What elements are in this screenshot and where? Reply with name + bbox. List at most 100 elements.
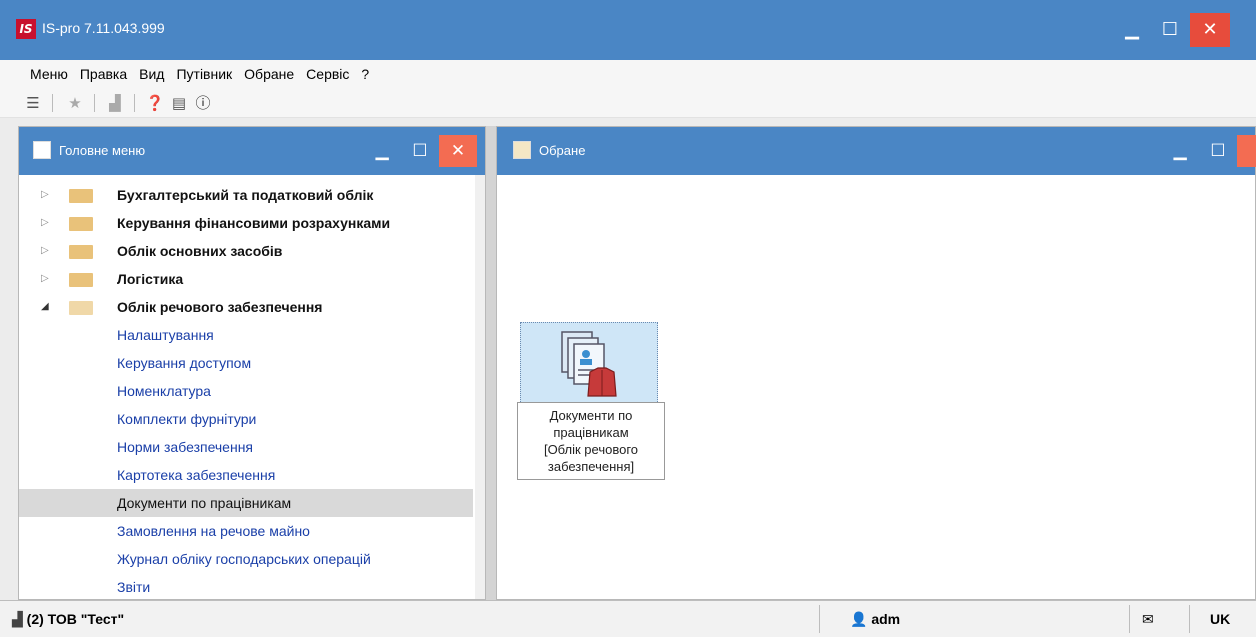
- menu-link[interactable]: Налаштування: [19, 321, 473, 349]
- chart-icon[interactable]: ▟: [104, 92, 126, 114]
- main-menu-title: Головне меню: [59, 143, 146, 158]
- language-indicator[interactable]: UK: [1190, 605, 1256, 633]
- menu-link-label: Документи по працівникам: [117, 495, 292, 511]
- main-menu-header: Головне меню ▁ ☐ ✕: [19, 127, 485, 175]
- favorite-label-line: Документи по: [549, 408, 633, 423]
- menu-link-label: Норми забезпечення: [117, 439, 254, 455]
- menu-link[interactable]: Комплекти фурнітури: [19, 405, 473, 433]
- toolbar-divider: [52, 94, 53, 112]
- menu-link-label: Номенклатура: [117, 383, 211, 399]
- menu-item-favorites[interactable]: Обране: [238, 60, 300, 88]
- menu-link-label: Комплекти фурнітури: [117, 411, 257, 427]
- tree-node-expanded[interactable]: ◢ Облік речового забезпечення: [19, 293, 485, 321]
- favorite-shortcut[interactable]: Документи по працівникам [Облік речового…: [517, 322, 665, 488]
- folder-icon: [69, 217, 93, 231]
- menu-item-edit[interactable]: Правка: [74, 60, 133, 88]
- org-label: (2) ТОВ "Тест": [26, 611, 125, 627]
- menu-link[interactable]: Звіти: [19, 573, 473, 599]
- maximize-button[interactable]: ☐: [1150, 13, 1190, 47]
- help-icon[interactable]: ❓: [144, 92, 166, 114]
- title-bar: IS IS-pro 7.11.043.999 ▁ ☐ ✕: [0, 0, 1256, 60]
- panel-close-button[interactable]: ✕: [439, 135, 477, 167]
- menu-link[interactable]: Замовлення на речове майно: [19, 517, 473, 545]
- minimize-button[interactable]: ▁: [1112, 13, 1152, 47]
- open-folder-icon: [69, 301, 93, 315]
- panel-maximize-button[interactable]: ☐: [1199, 135, 1237, 167]
- user-label: adm: [871, 611, 901, 627]
- menu-link-label: Керування доступом: [117, 355, 252, 371]
- tree-node-label: Облік основних засобів: [117, 243, 283, 259]
- menu-link[interactable]: Керування доступом: [19, 349, 473, 377]
- envelope-icon: ✉: [1142, 611, 1154, 627]
- main-menu-panel: Головне меню ▁ ☐ ✕ ▷ Бухгалтерський та п…: [18, 126, 486, 600]
- expand-arrow-icon[interactable]: ▷: [41, 181, 49, 209]
- menu-link-label: Картотека забезпечення: [117, 467, 276, 483]
- menu-link-label: Звіти: [117, 579, 151, 595]
- menu-tree: ▷ Бухгалтерський та податковий облік ▷ К…: [19, 175, 485, 599]
- user-icon: 👤: [850, 611, 868, 627]
- toolbar: ☰ ★ ▟ ❓ ▤ ⓘ: [0, 88, 1256, 118]
- document-icon[interactable]: ☰: [22, 92, 44, 114]
- tree-node[interactable]: ▷ Облік основних засобів: [19, 237, 485, 265]
- workspace: Головне меню ▁ ☐ ✕ ▷ Бухгалтерський та п…: [0, 118, 1256, 600]
- menu-link[interactable]: Картотека забезпечення: [19, 461, 473, 489]
- close-button[interactable]: ✕: [1190, 13, 1230, 47]
- minimize-icon: ▁: [1125, 19, 1139, 40]
- tree-node-label: Логістика: [117, 271, 184, 287]
- panel-close-button[interactable]: [1237, 135, 1256, 167]
- folder-icon: [69, 245, 93, 259]
- star-icon[interactable]: ★: [64, 92, 86, 114]
- favorites-title: Обране: [539, 143, 586, 158]
- panel-minimize-button[interactable]: ▁: [1161, 135, 1199, 167]
- panel-minimize-button[interactable]: ▁: [363, 135, 401, 167]
- menu-link-label: Налаштування: [117, 327, 214, 343]
- org-chart-icon: ▟: [12, 611, 23, 627]
- doc-info-icon[interactable]: ▤: [168, 92, 190, 114]
- tree-node[interactable]: ▷ Логістика: [19, 265, 485, 293]
- favorites-header: Обране ▁ ☐: [497, 127, 1256, 175]
- status-user[interactable]: 👤 adm: [820, 605, 1130, 633]
- favorites-star-icon: [513, 141, 531, 159]
- favorite-label-line: [Облік речового: [543, 442, 639, 457]
- toolbar-divider: [134, 94, 135, 112]
- status-org[interactable]: ▟ (2) ТОВ "Тест": [0, 605, 820, 633]
- menu-panel-icon: [33, 141, 51, 159]
- panel-maximize-button[interactable]: ☐: [401, 135, 439, 167]
- info-icon[interactable]: ⓘ: [192, 92, 214, 114]
- tree-node-label: Керування фінансовими розрахунками: [117, 215, 391, 231]
- tree-node[interactable]: ▷ Бухгалтерський та податковий облік: [19, 181, 485, 209]
- folder-icon: [69, 273, 93, 287]
- favorite-label-line: забезпечення]: [547, 459, 635, 474]
- menu-link-label: Замовлення на речове майно: [117, 523, 310, 539]
- tree-node-label: Облік речового забезпечення: [117, 299, 323, 315]
- employee-documents-icon: [561, 331, 617, 397]
- menu-item-view[interactable]: Вид: [133, 60, 170, 88]
- menu-item-help[interactable]: ?: [355, 60, 375, 88]
- tree-node[interactable]: ▷ Керування фінансовими розрахунками: [19, 209, 485, 237]
- expand-arrow-icon[interactable]: ▷: [41, 237, 49, 265]
- menu-link-selected[interactable]: Документи по працівникам: [19, 489, 473, 517]
- expand-arrow-icon[interactable]: ▷: [41, 209, 49, 237]
- mail-button[interactable]: ✉: [1130, 605, 1190, 633]
- favorite-label-line: працівникам: [553, 425, 629, 440]
- menu-bar: Меню Правка Вид Путівник Обране Сервіс?: [0, 60, 1256, 88]
- menu-item-navigator[interactable]: Путівник: [170, 60, 238, 88]
- menu-link[interactable]: Номенклатура: [19, 377, 473, 405]
- collapse-arrow-icon[interactable]: ◢: [41, 293, 49, 321]
- menu-link-label: Журнал обліку господарських операцій: [117, 551, 371, 567]
- panel-splitter[interactable]: [486, 126, 496, 600]
- tree-scrollbar[interactable]: [475, 175, 485, 599]
- app-logo-icon: IS: [16, 19, 36, 39]
- expand-arrow-icon[interactable]: ▷: [41, 265, 49, 293]
- maximize-icon: ☐: [1161, 19, 1179, 40]
- toolbar-divider: [94, 94, 95, 112]
- favorite-tooltip: Документи по працівникам [Облік речового…: [517, 402, 665, 480]
- menu-link[interactable]: Журнал обліку господарських операцій: [19, 545, 473, 573]
- menu-item-menu[interactable]: Меню: [24, 60, 74, 88]
- window-title: IS-pro 7.11.043.999: [42, 20, 165, 36]
- folder-icon: [69, 189, 93, 203]
- close-icon: ✕: [1202, 19, 1218, 40]
- menu-item-service[interactable]: Сервіс: [300, 60, 355, 88]
- status-bar: ▟ (2) ТОВ "Тест" 👤 adm ✉ UK: [0, 600, 1256, 637]
- menu-link[interactable]: Норми забезпечення: [19, 433, 473, 461]
